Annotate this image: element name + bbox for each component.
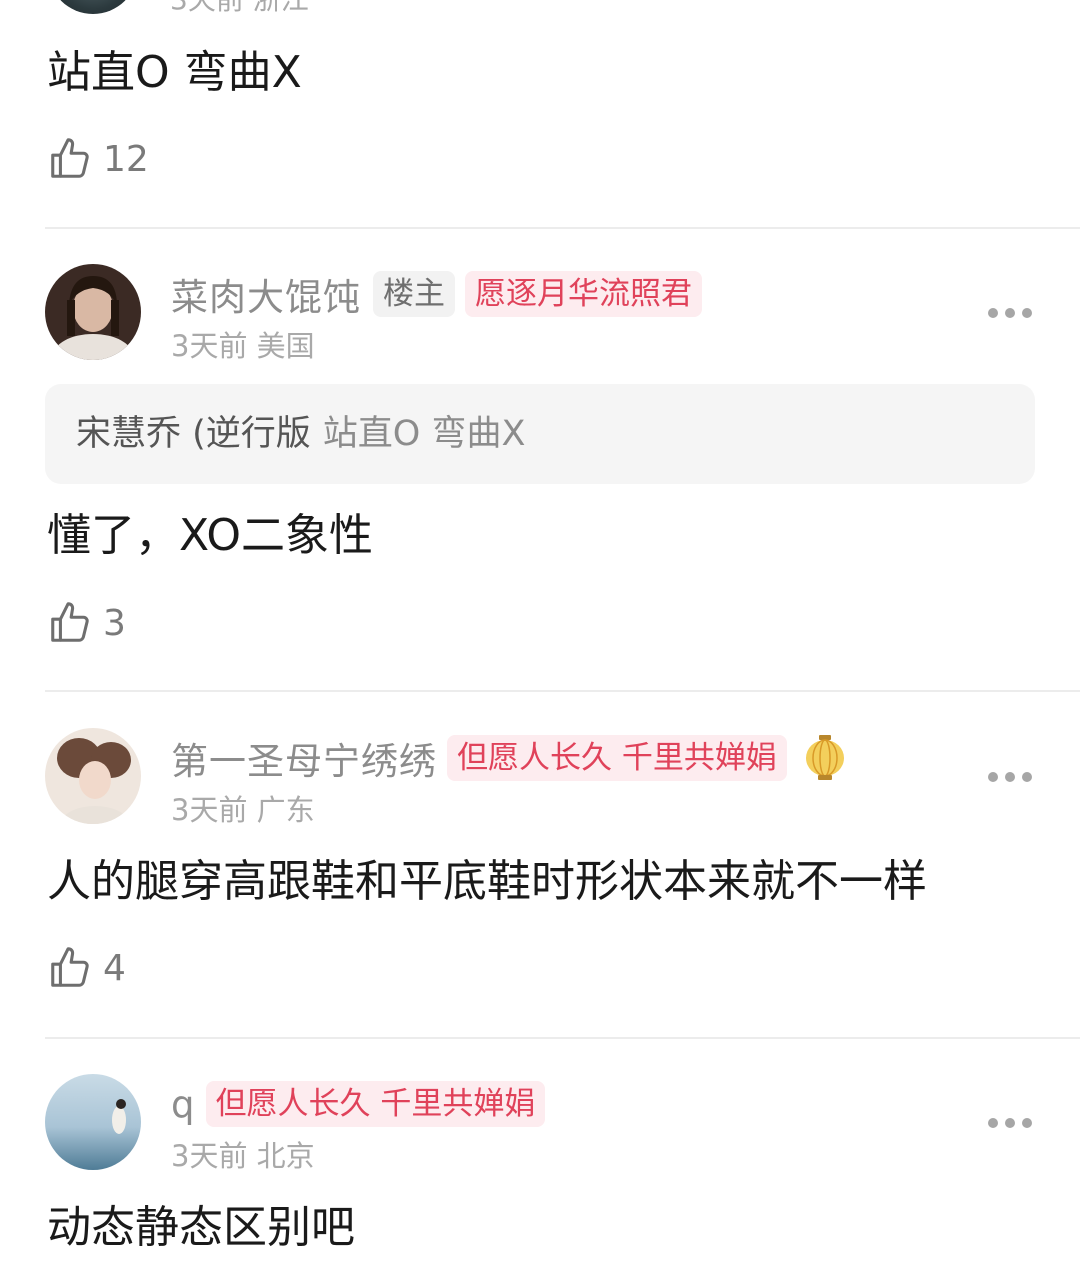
avatar[interactable] [45, 1074, 141, 1170]
lantern-icon [805, 735, 845, 781]
comment-list: 3天前 浙江 站直O 弯曲X 12 菜肉大馄饨 楼主 愿逐月华流照君 3天前 美 [0, 0, 1080, 1273]
more-dots-icon[interactable] [988, 772, 1032, 784]
like-count: 3 [103, 602, 126, 644]
quoted-reply[interactable]: 宋慧乔 (逆行版 站直O 弯曲X [45, 384, 1035, 484]
divider [45, 1037, 1080, 1039]
like-button[interactable]: 3 [47, 598, 126, 648]
quote-text: 站直O 弯曲X [322, 414, 526, 454]
comment-text: 动态静态区别吧 [47, 1202, 355, 1253]
more-dots-icon[interactable] [988, 1118, 1032, 1130]
username[interactable]: 菜肉大馄饨 [171, 267, 361, 321]
comment-header-partial: 3天前 浙江 [45, 0, 1045, 16]
quote-author: 宋慧乔 (逆行版 [76, 414, 311, 454]
comment-meta: 3天前 广东 [171, 793, 315, 827]
like-count: 4 [103, 947, 126, 989]
thumbs-up-icon [51, 602, 89, 642]
like-count: 12 [103, 138, 149, 180]
like-button[interactable]: 4 [47, 943, 126, 993]
more-dots-icon[interactable] [988, 308, 1032, 320]
divider [45, 690, 1080, 692]
avatar[interactable] [45, 264, 141, 360]
comment-meta: 3天前 美国 [171, 329, 315, 363]
divider [45, 227, 1080, 229]
like-button[interactable]: 12 [47, 134, 149, 184]
username[interactable]: 第一圣母宁绣绣 [171, 731, 437, 785]
comment-text: 站直O 弯曲X [47, 47, 302, 98]
thumbs-up-icon [51, 138, 89, 178]
username[interactable]: q [171, 1083, 196, 1126]
comment-meta: 3天前 北京 [171, 1139, 315, 1173]
user-badge: 愿逐月华流照君 [465, 271, 702, 317]
thumbs-up-icon [51, 947, 89, 987]
owner-tag: 楼主 [373, 271, 455, 317]
comment-text: 人的腿穿高跟鞋和平底鞋时形状本来就不一样 [47, 856, 927, 907]
comment-header: 第一圣母宁绣绣 但愿人长久 千里共婵娟 [171, 731, 845, 785]
user-badge: 但愿人长久 千里共婵娟 [205, 1081, 546, 1127]
avatar[interactable] [48, 0, 138, 14]
avatar[interactable] [45, 728, 141, 824]
comment-text: 懂了，XO二象性 [47, 510, 373, 561]
comment-meta: 3天前 浙江 [170, 0, 309, 16]
user-badge: 但愿人长久 千里共婵娟 [447, 735, 787, 781]
comment-header: 菜肉大馄饨 楼主 愿逐月华流照君 [171, 267, 702, 321]
comment-header: q 但愿人长久 千里共婵娟 [171, 1080, 546, 1128]
